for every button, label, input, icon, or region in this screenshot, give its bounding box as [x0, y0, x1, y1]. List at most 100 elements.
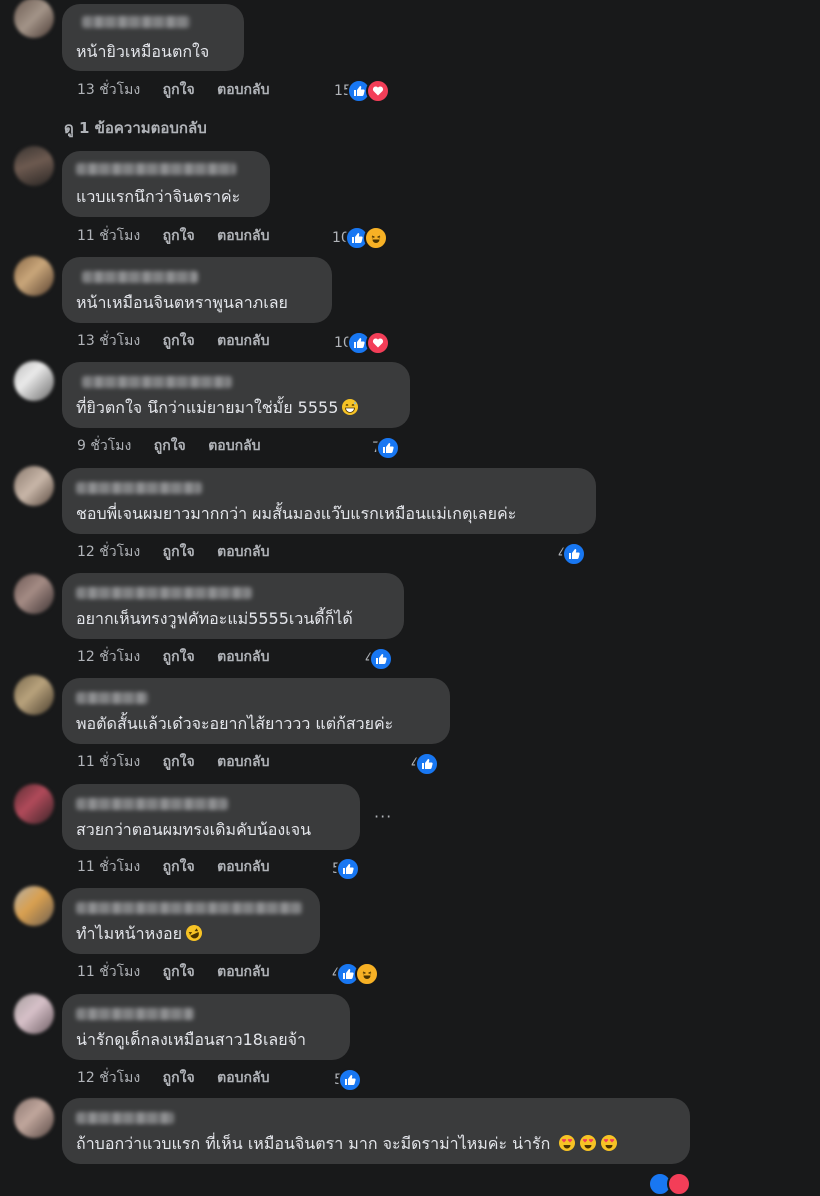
like-button[interactable]: ถูกใจ — [163, 859, 195, 875]
more-options-button[interactable]: ··· — [374, 807, 392, 826]
avatar[interactable] — [14, 784, 54, 824]
reaction-summary[interactable]: 15 — [334, 79, 390, 103]
comment-actions: 11 ชั่วโมง ถูกใจ ตอบกลับ — [77, 858, 287, 876]
comment-actions: 9 ชั่วโมง ถูกใจ ตอบกลับ — [77, 437, 279, 455]
comment-actions: 12 ชั่วโมง ถูกใจ ตอบกลับ — [77, 648, 287, 666]
reaction-summary[interactable]: 5 — [332, 857, 360, 881]
commenter-name-redacted[interactable] — [76, 1112, 174, 1124]
comment-bubble: พอตัดสั้นแล้วเด๋วจะอยากไส้ยาววว แต่ก้สวย… — [62, 678, 450, 744]
like-button[interactable]: ถูกใจ — [163, 82, 195, 98]
comment-bubble: ทำไมหน้าหงอย — [62, 888, 320, 954]
comment-bubble: ชอบพี่เจนผมยาวมากกว่า ผมสั้นมองแว๊บแรกเห… — [62, 468, 596, 534]
haha-icon — [354, 962, 379, 986]
avatar[interactable] — [14, 146, 54, 186]
comment-actions: 11 ชั่วโมง ถูกใจ ตอบกลับ — [77, 963, 287, 981]
reaction-summary[interactable]: 7 — [372, 436, 400, 460]
view-replies-link[interactable]: ดู 1 ข้อความตอบกลับ — [64, 116, 207, 140]
reply-button[interactable]: ตอบกลับ — [208, 438, 260, 454]
reply-button[interactable]: ตอบกลับ — [217, 228, 269, 244]
love-icon — [365, 331, 390, 355]
like-button[interactable]: ถูกใจ — [163, 964, 195, 980]
comment-actions: 12 ชั่วโมง ถูกใจ ตอบกลับ — [77, 543, 287, 561]
comment-time[interactable]: 12 ชั่วโมง — [77, 1070, 140, 1086]
comment-text: อยากเห็นทรงวูฟคัทอะแม่5555เวนดี้ก็ได้ — [76, 609, 353, 628]
avatar[interactable] — [14, 361, 54, 401]
like-button[interactable]: ถูกใจ — [154, 438, 186, 454]
commenter-name-redacted[interactable] — [82, 271, 198, 283]
comment-bubble: ถ้าบอกว่าแวบแรก ที่เห็น เหมือนจินตรา มาก… — [62, 1098, 690, 1164]
like-icon — [414, 752, 439, 776]
like-icon — [375, 436, 400, 460]
comment-actions: 12 ชั่วโมง ถูกใจ ตอบกลับ — [77, 1069, 287, 1087]
comment-time[interactable]: 12 ชั่วโมง — [77, 649, 140, 665]
commenter-name-redacted[interactable] — [82, 16, 190, 28]
commenter-name-redacted[interactable] — [76, 798, 228, 810]
comment-time[interactable]: 11 ชั่วโมง — [77, 859, 140, 875]
reaction-summary[interactable]: 4 — [411, 752, 439, 776]
commenter-name-redacted[interactable] — [76, 482, 202, 494]
avatar[interactable] — [14, 466, 54, 506]
avatar[interactable] — [14, 675, 54, 715]
like-button[interactable]: ถูกใจ — [163, 228, 195, 244]
reply-button[interactable]: ตอบกลับ — [217, 82, 269, 98]
reply-button[interactable]: ตอบกลับ — [217, 649, 269, 665]
commenter-name-redacted[interactable] — [76, 1008, 194, 1020]
commenter-name-redacted[interactable] — [82, 376, 232, 388]
reply-button[interactable]: ตอบกลับ — [217, 859, 269, 875]
comment-text: หน้าเหมือนจินตหราพูนลาภเลย — [76, 293, 288, 312]
reply-button[interactable]: ตอบกลับ — [217, 333, 269, 349]
commenter-name-redacted[interactable] — [76, 163, 236, 175]
like-button[interactable]: ถูกใจ — [163, 333, 195, 349]
avatar[interactable] — [14, 994, 54, 1034]
comment-text: น่ารักดูเด็กลงเหมือนสาว18เลยจ้า — [76, 1030, 306, 1049]
reaction-summary[interactable]: 10 — [334, 331, 390, 355]
comment-time[interactable]: 12 ชั่วโมง — [77, 544, 140, 560]
heart-eyes-emoji-icon — [558, 1134, 576, 1157]
like-icon — [368, 647, 393, 671]
reply-button[interactable]: ตอบกลับ — [217, 1070, 269, 1086]
avatar[interactable] — [14, 0, 54, 38]
commenter-name-redacted[interactable] — [76, 902, 302, 914]
comment-time[interactable]: 11 ชั่วโมง — [77, 228, 140, 244]
comment-time[interactable]: 11 ชั่วโมง — [77, 754, 140, 770]
comment-text: หน้ายิวเหมือนตกใจ — [76, 42, 210, 61]
comment-time[interactable]: 11 ชั่วโมง — [77, 964, 140, 980]
avatar[interactable] — [14, 886, 54, 926]
comment-time[interactable]: 13 ชั่วโมง — [77, 82, 140, 98]
like-icon — [561, 542, 586, 566]
like-button[interactable]: ถูกใจ — [163, 544, 195, 560]
like-button[interactable]: ถูกใจ — [163, 754, 195, 770]
reaction-summary[interactable]: 4 — [365, 647, 393, 671]
reaction-summary[interactable]: 4 — [558, 542, 586, 566]
reaction-summary[interactable]: 10 — [332, 226, 388, 250]
grin-sweat-emoji-icon — [341, 398, 359, 421]
comment-bubble: หน้าเหมือนจินตหราพูนลาภเลย — [62, 257, 332, 323]
heart-eyes-emoji-icon — [600, 1134, 618, 1157]
like-button[interactable]: ถูกใจ — [163, 1070, 195, 1086]
reaction-summary[interactable]: 4 — [332, 962, 379, 986]
comment-text: ถ้าบอกว่าแวบแรก ที่เห็น เหมือนจินตรา มาก… — [76, 1134, 618, 1157]
avatar[interactable] — [14, 256, 54, 296]
comment-time[interactable]: 9 ชั่วโมง — [77, 438, 131, 454]
rofl-emoji-icon — [185, 924, 203, 947]
comment-bubble: ที่ยิวตกใจ นึกว่าแม่ยายมาใช่มั้ย 5555 — [62, 362, 410, 428]
like-button[interactable]: ถูกใจ — [163, 649, 195, 665]
reply-button[interactable]: ตอบกลับ — [217, 754, 269, 770]
like-icon — [335, 857, 360, 881]
comment-actions: 11 ชั่วโมง ถูกใจ ตอบกลับ — [77, 753, 287, 771]
comment-text: พอตัดสั้นแล้วเด๋วจะอยากไส้ยาววว แต่ก้สวย… — [76, 714, 394, 733]
reply-button[interactable]: ตอบกลับ — [217, 544, 269, 560]
comment-time[interactable]: 13 ชั่วโมง — [77, 333, 140, 349]
comment-actions: 13 ชั่วโมง ถูกใจ ตอบกลับ — [77, 81, 287, 99]
comment-text-body: ทำไมหน้าหงอย — [76, 924, 182, 943]
reply-button[interactable]: ตอบกลับ — [217, 964, 269, 980]
commenter-name-redacted[interactable] — [76, 587, 252, 599]
commenter-name-redacted[interactable] — [76, 692, 148, 704]
avatar[interactable] — [14, 574, 54, 614]
reaction-summary-partial[interactable] — [646, 1172, 691, 1196]
avatar[interactable] — [14, 1098, 54, 1138]
like-icon — [337, 1068, 362, 1092]
reaction-summary[interactable]: 5 — [334, 1068, 362, 1092]
comment-bubble: น่ารักดูเด็กลงเหมือนสาว18เลยจ้า — [62, 994, 350, 1060]
comment-text: ที่ยิวตกใจ นึกว่าแม่ยายมาใช่มั้ย 5555 — [76, 398, 359, 421]
